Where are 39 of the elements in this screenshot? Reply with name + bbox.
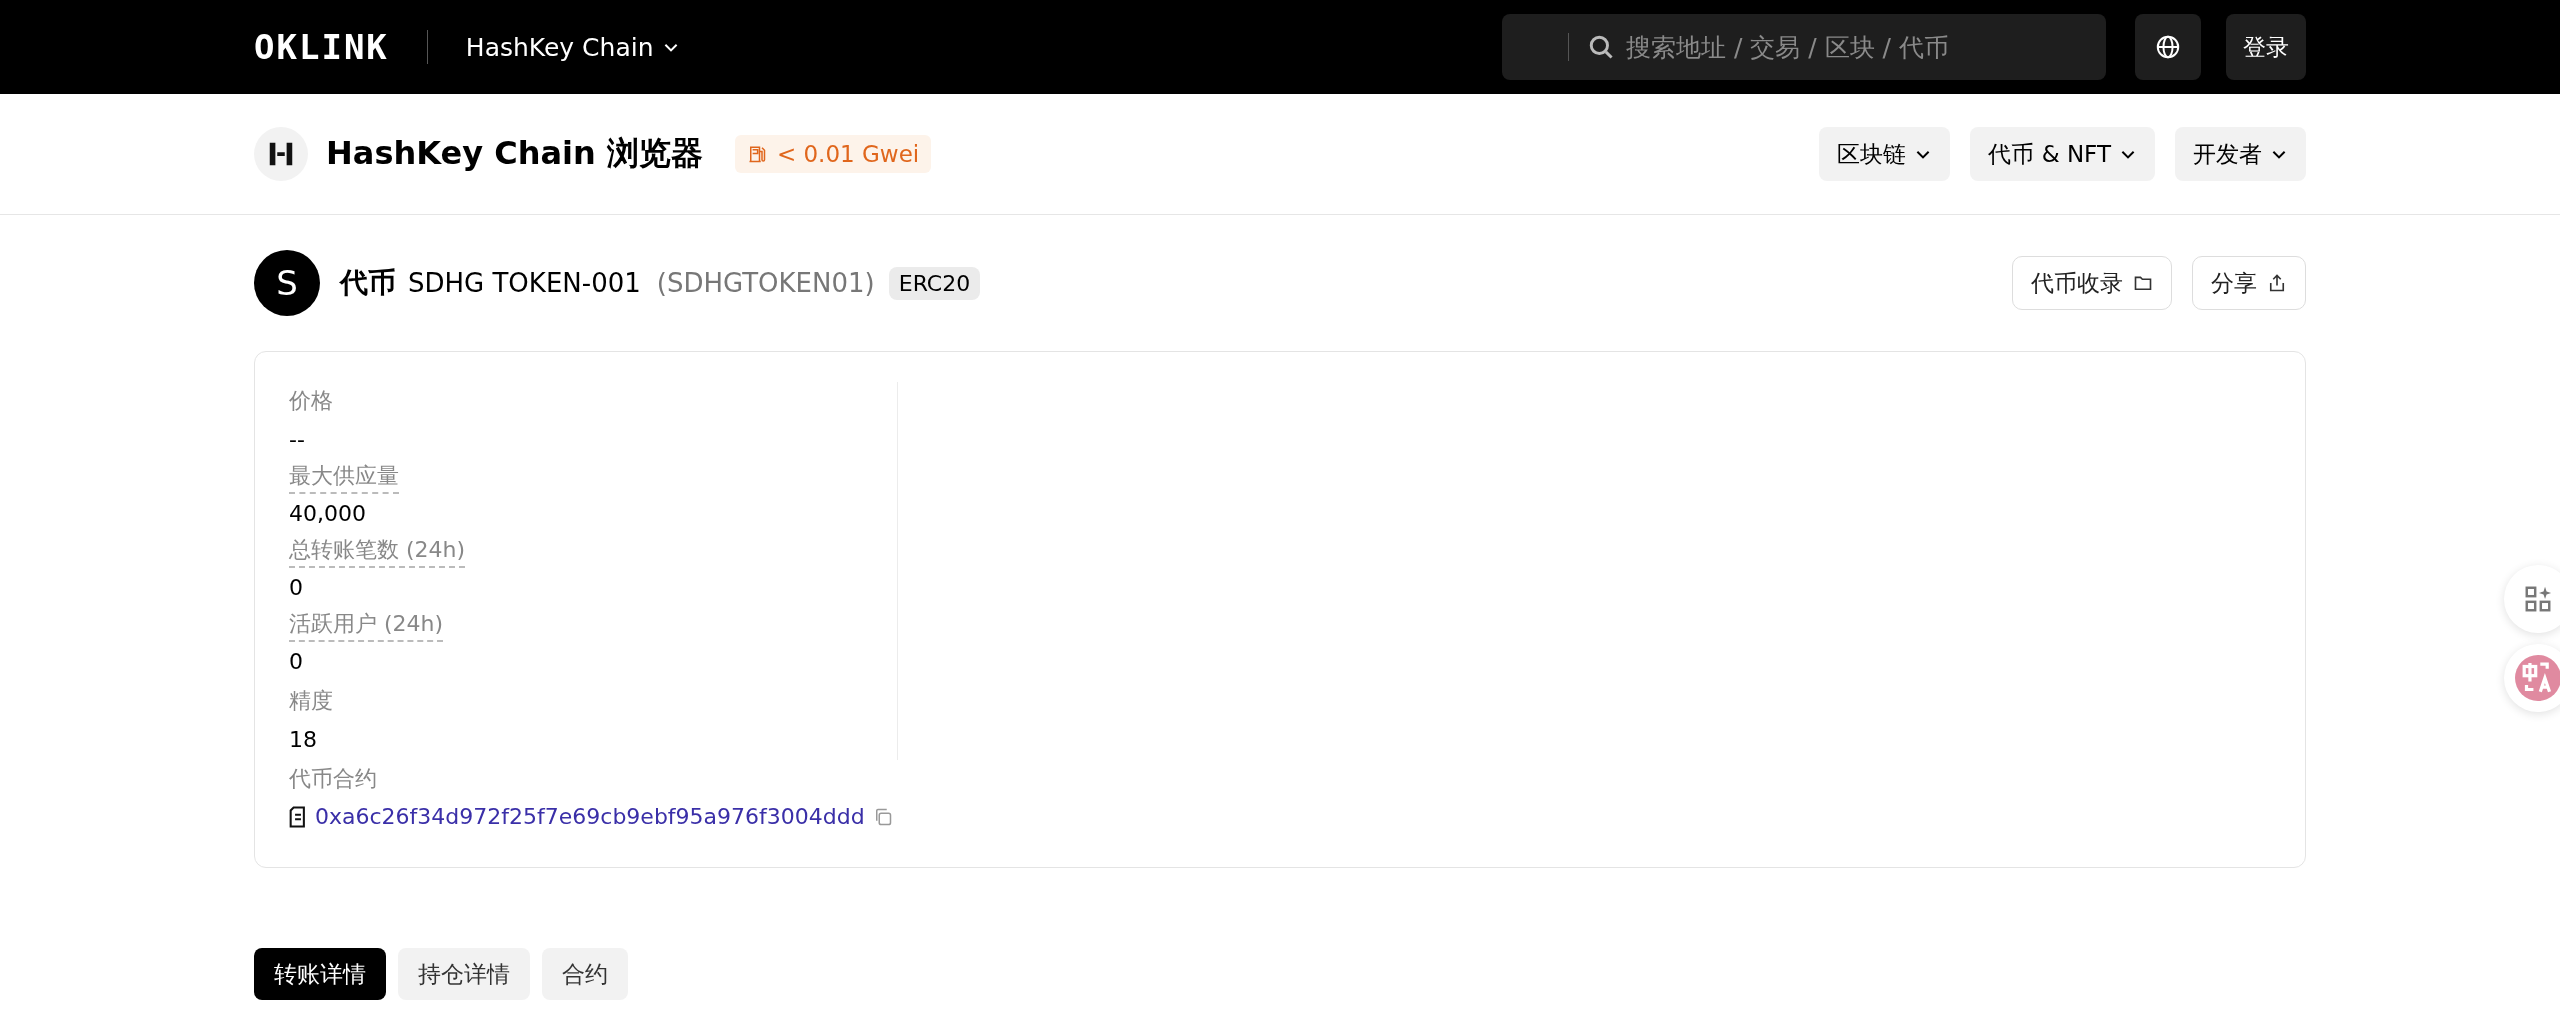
stat-value: 0 bbox=[289, 574, 303, 602]
translate-button[interactable] bbox=[2504, 644, 2560, 712]
contract-file-icon bbox=[289, 805, 307, 828]
share-icon bbox=[2267, 273, 2287, 293]
explorer-title: HashKey Chain 浏览器 bbox=[326, 133, 703, 174]
content-tab[interactable]: 转账详情 bbox=[254, 948, 386, 1000]
stat-label: 代币合约 bbox=[289, 766, 377, 791]
apps-sparkle-icon bbox=[2523, 584, 2553, 614]
translate-icon bbox=[2515, 655, 2560, 701]
stat-label: 精度 bbox=[289, 687, 333, 715]
globe-icon bbox=[2155, 34, 2181, 60]
content-tab[interactable]: 持仓详情 bbox=[398, 948, 530, 1000]
token-action[interactable]: 分享 bbox=[2192, 256, 2306, 310]
token-standard-tag: ERC20 bbox=[888, 266, 981, 300]
stat-label: 价格 bbox=[289, 387, 333, 415]
search-field[interactable]: 搜索地址 / 交易 / 区块 / 代币 bbox=[1502, 14, 2106, 80]
stat-value: 0 bbox=[289, 648, 303, 676]
page-type-label: 代币 bbox=[340, 265, 396, 301]
chain-selector[interactable]: HashKey Chain bbox=[465, 32, 680, 62]
content-tab[interactable]: 合约 bbox=[542, 948, 628, 1000]
contract-address-link[interactable]: 0xa6c26f34d972f25f7e69cb9ebf95a976f3004ddd bbox=[315, 804, 865, 829]
apps-button[interactable] bbox=[2504, 565, 2560, 633]
stat-label[interactable]: 最大供应量 bbox=[289, 460, 399, 494]
stat-value: 40,000 bbox=[289, 500, 366, 528]
stat-label[interactable]: 活跃用户 (24h) bbox=[289, 608, 444, 642]
nav-menu[interactable]: 区块链 bbox=[1819, 127, 1951, 181]
token-symbol: (SDHGTOKEN01) bbox=[656, 268, 875, 298]
nav-menu[interactable]: 开发者 bbox=[2175, 127, 2306, 181]
nav-menu[interactable]: 代币 & NFT bbox=[1970, 127, 2155, 181]
oklink-logo[interactable]: OKLINK bbox=[254, 27, 389, 67]
language-button[interactable] bbox=[2135, 14, 2201, 80]
login-button[interactable]: 登录 bbox=[2226, 14, 2306, 80]
search-icon bbox=[1588, 34, 1614, 60]
stat-label[interactable]: 总转账笔数 (24h) bbox=[289, 534, 466, 568]
token-name: SDHG TOKEN-001 bbox=[408, 268, 641, 298]
stat-value: -- bbox=[289, 426, 305, 454]
token-action[interactable]: 代币收录 bbox=[2012, 256, 2172, 310]
stat-value: 18 bbox=[289, 726, 317, 754]
token-avatar: S bbox=[254, 250, 320, 316]
